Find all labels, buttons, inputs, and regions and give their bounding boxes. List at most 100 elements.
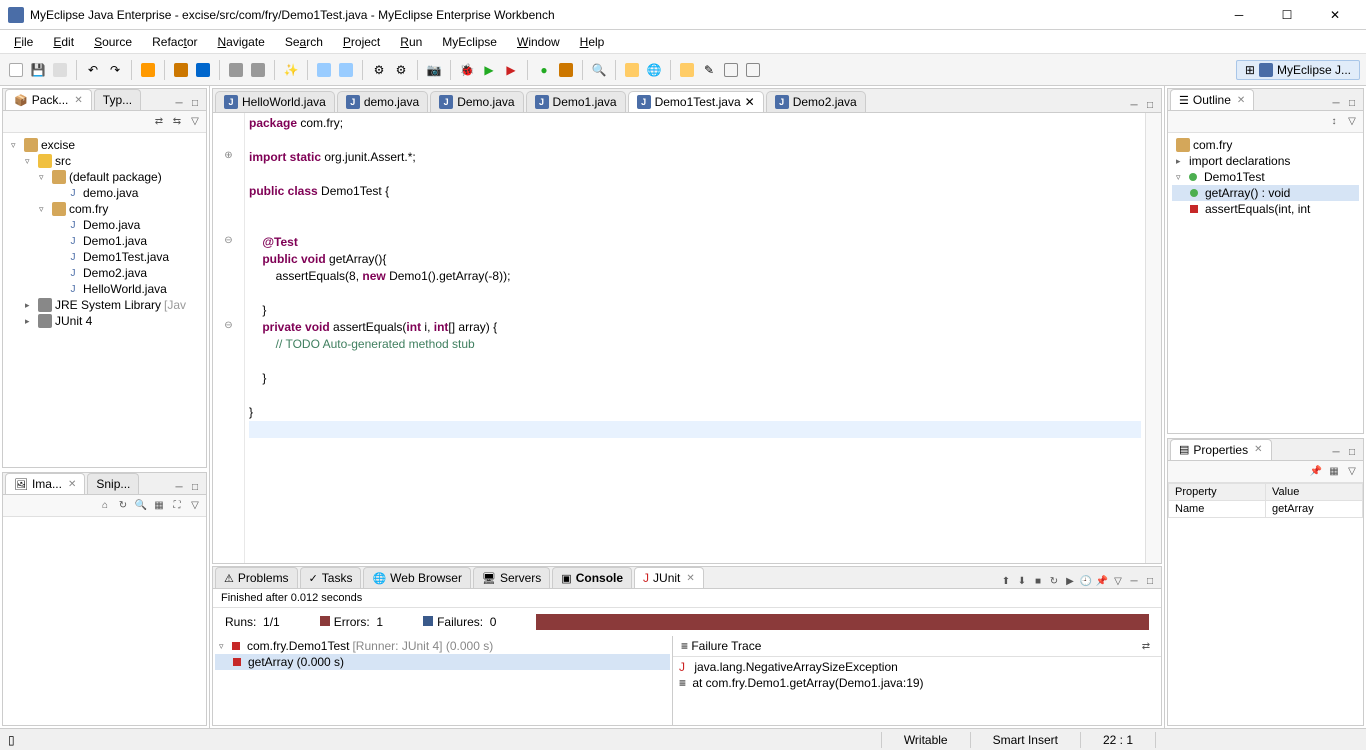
db-icon[interactable] bbox=[138, 60, 158, 80]
persp-open-icon[interactable]: ⊞ bbox=[1245, 63, 1255, 77]
undo-icon[interactable]: ↶ bbox=[83, 60, 103, 80]
outline-method-getarray[interactable]: getArray() : void bbox=[1172, 185, 1359, 201]
menu-project[interactable]: Project bbox=[333, 33, 390, 51]
tab-snippets[interactable]: Snip... bbox=[87, 473, 139, 494]
tree-junit[interactable]: ▸JUnit 4 bbox=[7, 313, 202, 329]
wand-icon[interactable]: ✨ bbox=[281, 60, 301, 80]
sort-icon[interactable]: ↕ bbox=[1327, 115, 1341, 129]
outline-method-assert[interactable]: assertEquals(int, int bbox=[1172, 201, 1359, 217]
menu-search[interactable]: Search bbox=[275, 33, 333, 51]
trace-frame[interactable]: ≡ at com.fry.Demo1.getArray(Demo1.java:1… bbox=[675, 675, 1159, 691]
status-icon[interactable]: ▯ bbox=[8, 733, 15, 747]
saveall-icon[interactable] bbox=[50, 60, 70, 80]
newpkg-icon[interactable] bbox=[556, 60, 576, 80]
tree-file-Hello[interactable]: JHelloWorld.java bbox=[7, 281, 202, 297]
outline-class[interactable]: ▿Demo1Test bbox=[1172, 169, 1359, 185]
tab-Demo1Test[interactable]: JDemo1Test.java✕ bbox=[628, 91, 764, 112]
tab-junit[interactable]: J JUnit✕ bbox=[634, 567, 704, 588]
tree-project[interactable]: ▿excise bbox=[7, 137, 202, 153]
maximize-view-icon[interactable]: □ bbox=[1345, 446, 1359, 460]
tab-Demo[interactable]: JDemo.java bbox=[430, 91, 523, 112]
close-tab-icon[interactable]: ✕ bbox=[745, 95, 755, 109]
menu-icon[interactable]: ▽ bbox=[188, 115, 202, 129]
menu-icon[interactable]: ▽ bbox=[188, 499, 202, 513]
tab-webbrowser[interactable]: 🌐 Web Browser bbox=[363, 567, 471, 588]
close-icon[interactable]: ✕ bbox=[74, 95, 82, 106]
outline-pkg[interactable]: com.fry bbox=[1172, 137, 1359, 153]
maximize-view-icon[interactable]: □ bbox=[1143, 574, 1157, 588]
tree-file-Demo1Test[interactable]: JDemo1Test.java bbox=[7, 249, 202, 265]
tab-outline[interactable]: ☰ Outline✕ bbox=[1170, 89, 1254, 110]
rerun-icon[interactable]: ↻ bbox=[1047, 574, 1061, 588]
menu-run[interactable]: Run bbox=[390, 33, 432, 51]
mark-icon[interactable] bbox=[677, 60, 697, 80]
globe-icon[interactable]: 🌐 bbox=[644, 60, 664, 80]
minimize-view-icon[interactable]: ─ bbox=[1329, 446, 1343, 460]
close-icon[interactable]: ✕ bbox=[1237, 95, 1245, 106]
tab-image[interactable]: 🖼 Ima...✕ bbox=[5, 473, 85, 494]
grid2-icon[interactable] bbox=[743, 60, 763, 80]
tree-jre[interactable]: ▸JRE System Library [Jav bbox=[7, 297, 202, 313]
fold-icon[interactable]: ⊕ bbox=[213, 147, 244, 164]
tab-properties[interactable]: ▤ Properties✕ bbox=[1170, 439, 1272, 460]
test-method-row[interactable]: getArray (0.000 s) bbox=[215, 654, 670, 670]
overview-ruler[interactable] bbox=[1145, 113, 1161, 563]
close-icon[interactable]: ✕ bbox=[1254, 444, 1262, 455]
home-icon[interactable]: ⌂ bbox=[98, 499, 112, 513]
tab-package-explorer[interactable]: 📦 Pack...✕ bbox=[5, 89, 92, 110]
compare-icon[interactable]: ⇄ bbox=[1139, 639, 1153, 653]
props-name-val[interactable]: getArray bbox=[1266, 500, 1363, 517]
stop-icon[interactable]: ■ bbox=[1031, 574, 1045, 588]
menu-refactor[interactable]: Refactor bbox=[142, 33, 207, 51]
menu-help[interactable]: Help bbox=[570, 33, 615, 51]
tab-type-hierarchy[interactable]: Typ... bbox=[94, 89, 141, 110]
server-icon[interactable] bbox=[336, 60, 356, 80]
maximize-button[interactable]: ☐ bbox=[1264, 1, 1310, 29]
tree-file-demo[interactable]: Jdemo.java bbox=[7, 185, 202, 201]
minimize-view-icon[interactable]: ─ bbox=[1329, 96, 1343, 110]
minimize-view-icon[interactable]: ─ bbox=[172, 480, 186, 494]
filter-icon[interactable]: ▽ bbox=[1345, 464, 1359, 478]
filter-icon[interactable]: ▽ bbox=[1345, 115, 1359, 129]
tab-demo-lc[interactable]: Jdemo.java bbox=[337, 91, 428, 112]
props-name-key[interactable]: Name bbox=[1169, 500, 1266, 517]
menu-edit[interactable]: Edit bbox=[43, 33, 84, 51]
box-icon[interactable] bbox=[193, 60, 213, 80]
tree-file-Demo[interactable]: JDemo.java bbox=[7, 217, 202, 233]
fold-icon[interactable]: ⊖ bbox=[213, 232, 244, 249]
maximize-view-icon[interactable]: □ bbox=[1143, 98, 1157, 112]
props-col-property[interactable]: Property bbox=[1169, 483, 1266, 500]
pin-icon[interactable]: 📌 bbox=[1095, 574, 1109, 588]
grid-icon[interactable] bbox=[721, 60, 741, 80]
run-icon[interactable]: ▶ bbox=[479, 60, 499, 80]
minimize-button[interactable]: ─ bbox=[1216, 1, 1262, 29]
close-icon[interactable]: ✕ bbox=[686, 573, 694, 584]
debug-icon[interactable]: 🐞 bbox=[457, 60, 477, 80]
tree-src[interactable]: ▿src bbox=[7, 153, 202, 169]
code-editor[interactable]: ⊕ ⊖ ⊖ package com.fry; import static org… bbox=[213, 113, 1161, 563]
pin-icon[interactable]: 📌 bbox=[1309, 464, 1323, 478]
deploy-icon[interactable] bbox=[314, 60, 334, 80]
new-icon[interactable] bbox=[6, 60, 26, 80]
props-col-value[interactable]: Value bbox=[1266, 483, 1363, 500]
gear2-icon[interactable]: ⚙ bbox=[391, 60, 411, 80]
prev-icon[interactable]: ⬆ bbox=[999, 574, 1013, 588]
next-icon[interactable]: ⬇ bbox=[1015, 574, 1029, 588]
tab-Demo2[interactable]: JDemo2.java bbox=[766, 91, 866, 112]
trace-exception[interactable]: J java.lang.NegativeArraySizeException bbox=[675, 659, 1159, 675]
tree-file-Demo1[interactable]: JDemo1.java bbox=[7, 233, 202, 249]
edit-icon[interactable]: ✎ bbox=[699, 60, 719, 80]
menu-window[interactable]: Window bbox=[507, 33, 570, 51]
tab-console[interactable]: ▣ Console bbox=[552, 567, 632, 588]
tab-Demo1[interactable]: JDemo1.java bbox=[526, 91, 626, 112]
collapse-icon[interactable]: ⇄ bbox=[152, 115, 166, 129]
search-icon[interactable]: 🔍 bbox=[589, 60, 609, 80]
close-button[interactable]: ✕ bbox=[1312, 1, 1358, 29]
redo-icon[interactable]: ↷ bbox=[105, 60, 125, 80]
package-icon[interactable] bbox=[171, 60, 191, 80]
menu-myeclipse[interactable]: MyEclipse bbox=[432, 33, 507, 51]
cat-icon[interactable]: ▦ bbox=[1327, 464, 1341, 478]
runext-icon[interactable]: ▶ bbox=[501, 60, 521, 80]
test-class-row[interactable]: ▿com.fry.Demo1Test [Runner: JUnit 4] (0.… bbox=[215, 638, 670, 654]
tab-tasks[interactable]: ✓ Tasks bbox=[300, 567, 362, 588]
